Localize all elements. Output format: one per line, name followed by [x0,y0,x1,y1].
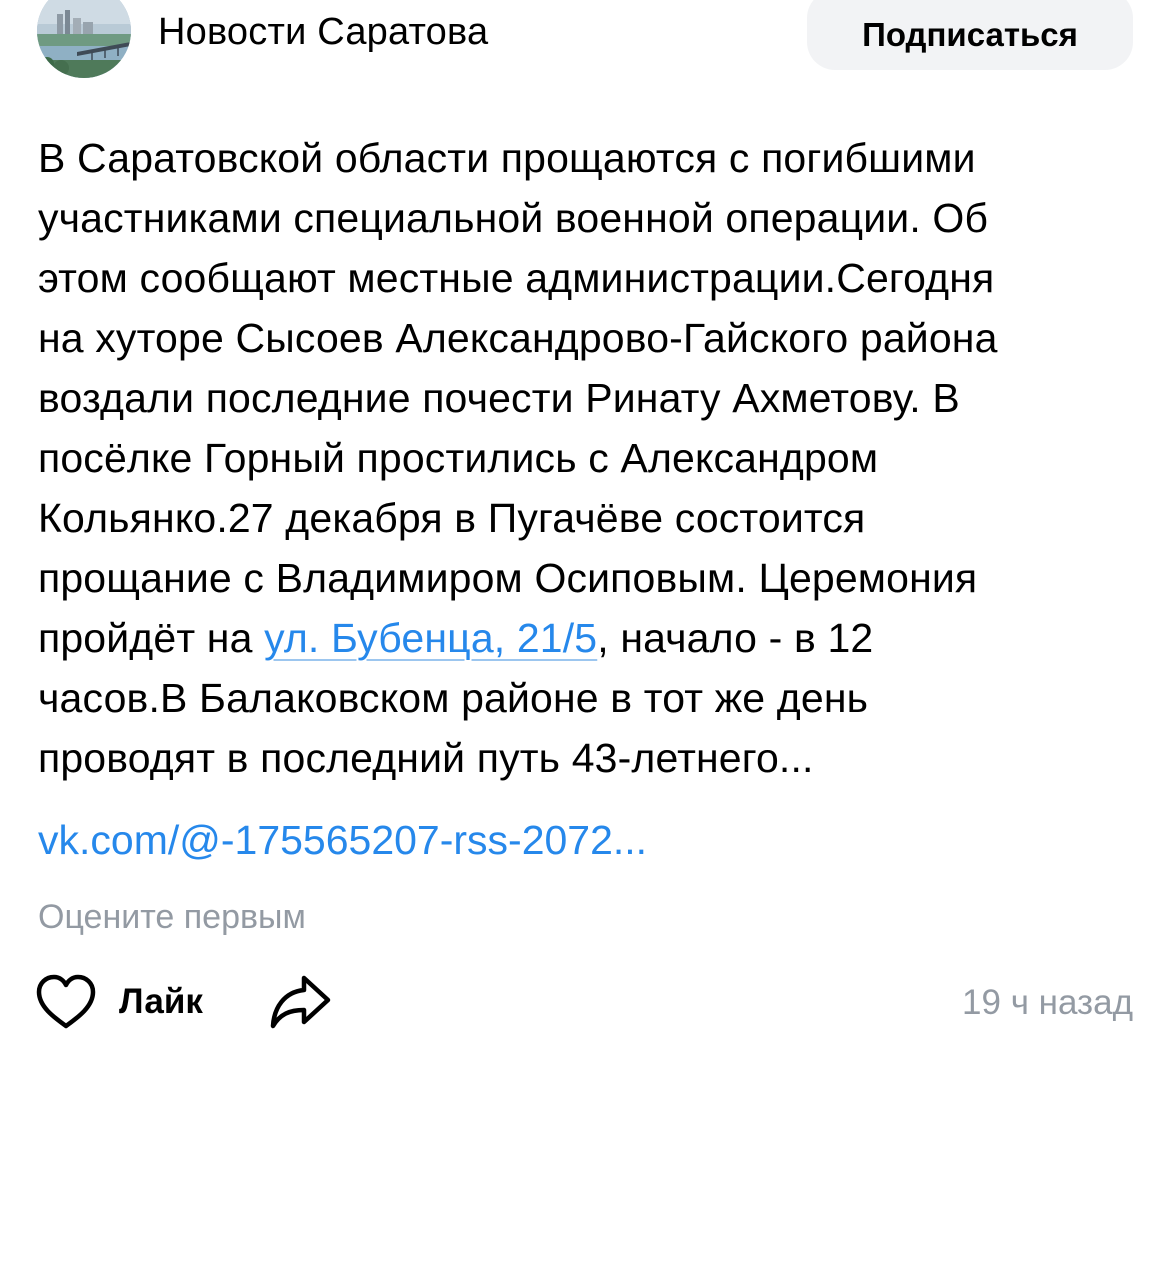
share-icon [270,975,331,1029]
channel-avatar[interactable] [37,0,131,78]
post-text-line: Кольянко.27 декабря в Пугачёве состоится [38,495,866,541]
post-text-line: В Саратовской области прощаются с погибш… [38,135,976,181]
heart-icon [36,974,96,1029]
post-timestamp: 19 ч назад [962,983,1133,1022]
post-text-line: на хуторе Сысоев Александрово-Гайского р… [38,315,998,361]
post-text-line-with-link: пройдёт на ул. Бубенца, 21/5, начало - в… [38,608,1138,668]
share-button[interactable] [268,972,334,1032]
like-button[interactable]: Лайк [35,970,203,1034]
channel-name[interactable]: Новости Саратова [158,10,488,54]
post-text-fragment: пройдёт на [38,615,265,661]
post-text-line: участниками специальной военной операции… [38,195,989,241]
rate-first-text[interactable]: Оцените первым [38,897,306,937]
post-text: В Саратовской области прощаются с погибш… [38,128,1138,788]
post-text-line: посёлке Горный простились с Александром [38,435,879,481]
post-text-line: этом сообщают местные администрации.Сего… [38,255,995,301]
post-text-line: воздали последние почести Ринату Ахметов… [38,375,960,421]
like-label: Лайк [119,982,203,1021]
article-link[interactable]: vk.com/@-175565207-rss-2072... [38,812,647,868]
post-text-line: часов.В Балаковском районе в тот же день [38,675,869,721]
post-text-line: проводят в последний путь 43-летнего... [38,735,814,781]
city-photo-icon [37,0,131,78]
subscribe-button[interactable]: Подписаться [807,0,1133,70]
address-link[interactable]: ул. Бубенца, 21/5 [264,615,597,661]
post-text-fragment: , начало - в 12 [597,615,874,661]
post-text-line: прощание с Владимиром Осиповым. Церемони… [38,555,978,601]
